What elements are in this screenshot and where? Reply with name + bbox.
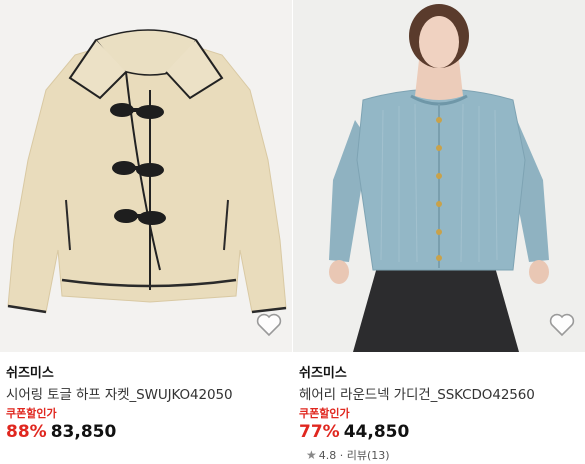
- product-card-jacket[interactable]: 쉬즈미스 시어링 토글 하프 자켓_SWUJKO42050 쿠폰할인가 88% 8…: [0, 0, 292, 464]
- product-card-cardigan[interactable]: 쉬즈미스 헤어리 라운드넥 가디건_SSKCDO42560 쿠폰할인가 77% 4…: [293, 0, 585, 464]
- price-line: 88% 83,850: [6, 422, 116, 442]
- heart-icon[interactable]: [549, 313, 575, 337]
- heart-icon[interactable]: [256, 313, 282, 337]
- review-count[interactable]: 리뷰(13): [347, 449, 390, 462]
- discount-rate: 88%: [6, 422, 47, 442]
- brand-name[interactable]: 쉬즈미스: [299, 362, 347, 381]
- brand-name[interactable]: 쉬즈미스: [6, 362, 54, 381]
- discount-rate: 77%: [299, 422, 340, 442]
- sale-price: 44,850: [343, 422, 410, 442]
- product-name[interactable]: 헤어리 라운드넥 가디건_SSKCDO42560: [299, 383, 535, 403]
- product-image-jacket[interactable]: [0, 0, 292, 352]
- product-image-cardigan[interactable]: [293, 0, 585, 352]
- separator-dot: ·: [336, 449, 347, 462]
- rating-line: ★ 4.8 · 리뷰(13): [306, 447, 390, 463]
- star-icon: ★: [306, 448, 317, 462]
- coupon-price-label: 쿠폰할인가: [6, 407, 57, 420]
- sale-price: 83,850: [50, 422, 117, 442]
- price-line: 77% 44,850: [299, 422, 409, 442]
- coupon-price-label: 쿠폰할인가: [299, 407, 350, 420]
- product-name[interactable]: 시어링 토글 하프 자켓_SWUJKO42050: [6, 383, 233, 403]
- rating-value: 4.8: [318, 449, 337, 462]
